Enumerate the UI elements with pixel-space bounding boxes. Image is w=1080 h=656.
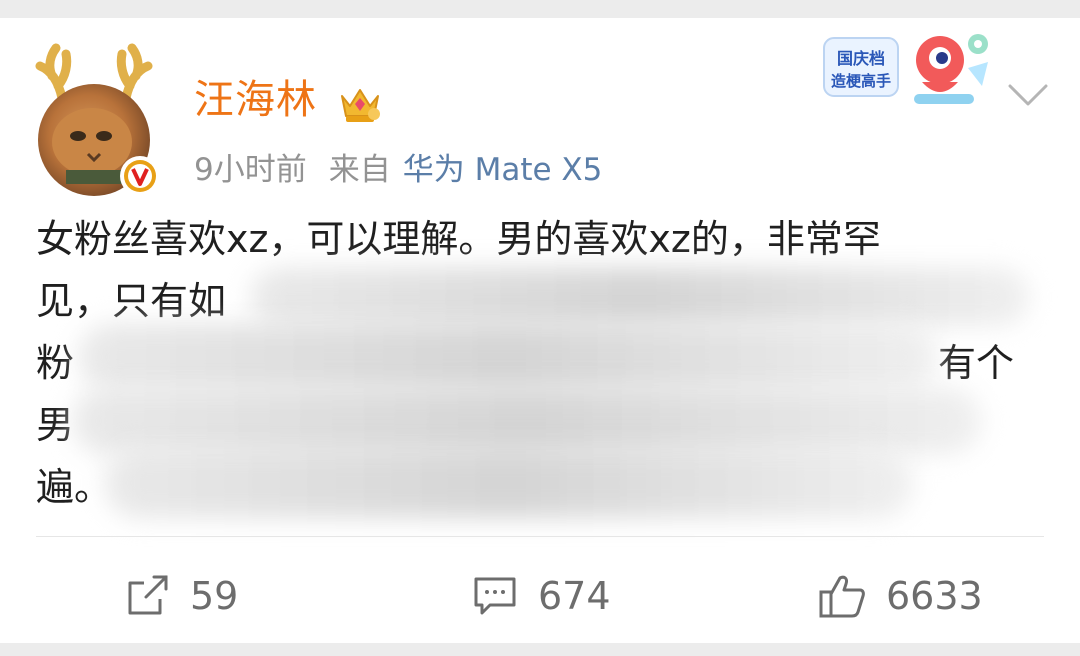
content-line-1: 女粉丝喜欢xz，可以理解。男的喜欢xz的，非常罕 — [36, 217, 881, 261]
verified-badge-icon — [120, 156, 160, 196]
comment-icon — [474, 577, 516, 615]
thumbs-up-icon — [819, 575, 865, 618]
promo-sticker[interactable]: 国庆档 造梗高手 — [822, 22, 998, 118]
author-avatar-area[interactable] — [32, 40, 168, 196]
sticker-line1: 国庆档 — [837, 49, 885, 68]
weibo-post-card: 汪海林 9小时前 来自 华为 Mate X5 国庆档 造梗高手 女粉丝喜欢xz，可 — [0, 18, 1080, 643]
repost-count: 59 — [190, 574, 239, 618]
comment-button[interactable]: 674 — [472, 568, 611, 624]
redaction-blur — [104, 448, 914, 518]
source-label: 来自 — [328, 152, 391, 188]
holiday-sticker-icon: 国庆档 造梗高手 — [823, 34, 988, 104]
share-icon — [128, 575, 168, 615]
redaction-blur — [72, 388, 982, 454]
divider — [36, 536, 1044, 537]
author-name[interactable]: 汪海林 — [194, 80, 317, 120]
content-line-3: 粉 — [36, 341, 75, 385]
source-device-link[interactable]: 华为 Mate X5 — [403, 152, 603, 188]
sticker-line2: 造梗高手 — [831, 72, 891, 90]
content-line-3-tail: 有个 — [938, 341, 1015, 385]
redaction-blur — [78, 324, 938, 390]
comment-count: 674 — [538, 574, 611, 618]
chevron-down-icon[interactable] — [1004, 76, 1052, 112]
crown-icon[interactable] — [338, 84, 382, 124]
post-meta: 9小时前 来自 华为 Mate X5 — [194, 152, 602, 189]
post-time: 9小时前 — [194, 152, 307, 188]
like-count: 6633 — [886, 574, 983, 618]
redaction-blur — [250, 268, 1030, 326]
repost-button[interactable]: 59 — [124, 568, 238, 624]
like-button[interactable]: 6633 — [818, 568, 983, 624]
